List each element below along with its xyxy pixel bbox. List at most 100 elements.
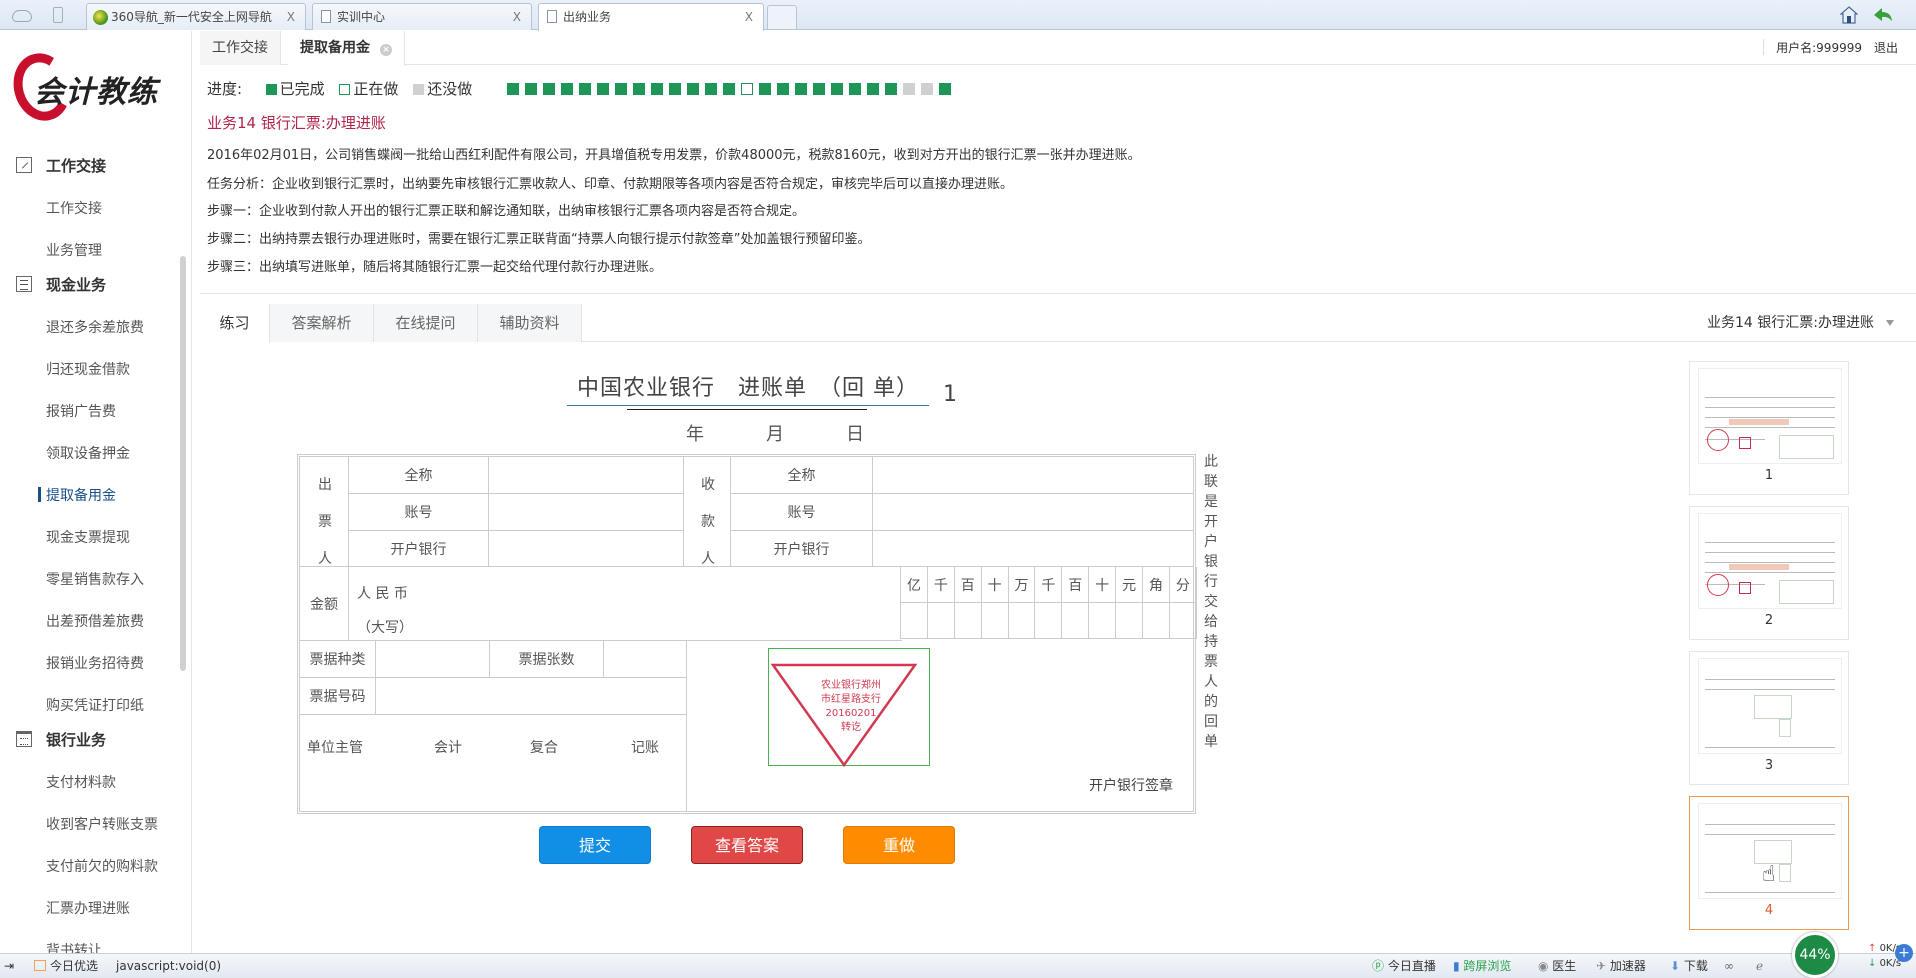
digit-input-cell[interactable] — [1008, 603, 1036, 639]
digit-input-cell[interactable] — [1169, 603, 1197, 639]
digit-input-cell[interactable] — [981, 603, 1009, 639]
progress-square-done[interactable] — [561, 83, 573, 95]
digit-input-cell[interactable] — [927, 603, 955, 639]
sidebar-item[interactable]: 收到客户转账支票 — [46, 814, 158, 834]
payee-bank-input[interactable] — [873, 531, 1193, 567]
amount-capital-input[interactable] — [349, 567, 902, 641]
sidebar-item[interactable]: 领取设备押金 — [46, 443, 130, 463]
browser-tab-360[interactable]: 360导航_新一代安全上网导航 X — [86, 3, 306, 30]
download-link[interactable]: ⬇ 下载 — [1670, 954, 1708, 978]
progress-square-done[interactable] — [813, 83, 825, 95]
sidebar-item-active[interactable]: 提取备用金 — [38, 485, 116, 505]
progress-square-done[interactable] — [723, 83, 735, 95]
sidebar-item[interactable]: 汇票办理进账 — [46, 898, 130, 918]
progress-square-todo[interactable] — [903, 83, 915, 95]
home-icon[interactable] — [1840, 6, 1858, 24]
redo-button[interactable]: 重做 — [843, 826, 955, 864]
live-link[interactable]: ⓟ 今日直播 — [1372, 954, 1436, 978]
doctor-link[interactable]: ◉ 医生 — [1538, 954, 1576, 978]
progress-square-todo[interactable] — [921, 83, 933, 95]
payer-bank-input[interactable] — [489, 531, 684, 567]
close-tab-icon[interactable]: × — [380, 44, 392, 56]
digit-input-cell[interactable] — [954, 603, 982, 639]
progress-square-done[interactable] — [885, 83, 897, 95]
date-day[interactable]: 日 — [846, 424, 864, 445]
network-speed-ball[interactable]: 44% — [1792, 932, 1838, 978]
sidebar-item[interactable]: 退还多余差旅费 — [46, 317, 144, 337]
progress-square-done[interactable] — [615, 83, 627, 95]
sidebar-item[interactable]: 背书转让 — [46, 940, 102, 953]
tab-practice[interactable]: 练习 — [200, 304, 270, 343]
progress-square-doing[interactable] — [741, 83, 753, 95]
digit-input-cell[interactable] — [1089, 603, 1117, 639]
thumbnail-2[interactable]: 2 — [1689, 506, 1849, 640]
digit-input-cell[interactable] — [1062, 603, 1090, 639]
progress-square-done[interactable] — [705, 83, 717, 95]
phone-icon[interactable] — [53, 7, 63, 23]
thumbnail-1[interactable]: 1 — [1689, 361, 1849, 495]
sidebar-group-handover[interactable]: 工作交接 — [16, 155, 106, 176]
thumbnail-3[interactable]: 3 — [1689, 651, 1849, 785]
sidebar-item[interactable]: 购买凭证打印纸 — [46, 695, 144, 715]
sidebar-group-cash[interactable]: 现金业务 — [16, 274, 106, 295]
close-icon[interactable]: X — [287, 4, 295, 30]
logout-link[interactable]: 退出 — [1874, 41, 1898, 55]
tab-withdraw-petty-cash[interactable]: 提取备用金 × — [288, 31, 405, 66]
progress-square-done[interactable] — [831, 83, 843, 95]
tab-reference[interactable]: 辅助资料 — [478, 304, 582, 342]
progress-square-done[interactable] — [633, 83, 645, 95]
progress-square-done[interactable] — [579, 83, 591, 95]
progress-square-done[interactable] — [687, 83, 699, 95]
view-answer-button[interactable]: 查看答案 — [691, 826, 803, 864]
payee-account-input[interactable] — [873, 494, 1193, 531]
sidebar-item[interactable]: 现金支票提现 — [46, 527, 130, 547]
close-icon[interactable]: X — [745, 4, 753, 30]
date-year[interactable]: 年 — [686, 424, 704, 445]
sidebar-group-bank[interactable]: 银行业务 — [16, 729, 106, 750]
cross-screen-link[interactable]: ▮ 跨屏浏览 — [1453, 954, 1511, 978]
progress-square-done[interactable] — [597, 83, 609, 95]
glasses-icon[interactable]: ∞ — [1724, 954, 1734, 978]
tab-online-question[interactable]: 在线提问 — [374, 304, 478, 342]
sidebar-toggle-icon[interactable]: ⇥ — [4, 954, 14, 978]
task-select-dropdown[interactable]: 业务14 银行汇票:办理进账 — [1707, 304, 1894, 342]
sidebar-item[interactable]: 支付材料款 — [46, 772, 116, 792]
tab-answer-analysis[interactable]: 答案解析 — [270, 304, 374, 342]
progress-square-done[interactable] — [795, 83, 807, 95]
bill-number-input[interactable] — [376, 678, 687, 715]
sidebar-item[interactable]: 出差预借差旅费 — [46, 611, 144, 631]
tab-handover[interactable]: 工作交接 — [200, 31, 281, 65]
progress-square-done[interactable] — [867, 83, 879, 95]
progress-square-done[interactable] — [669, 83, 681, 95]
progress-square-done[interactable] — [525, 83, 537, 95]
back-arrow-icon[interactable] — [1872, 6, 1894, 24]
digit-input-cell[interactable] — [1035, 603, 1063, 639]
payee-name-input[interactable] — [873, 457, 1193, 494]
sidebar-item[interactable]: 支付前欠的购料款 — [46, 856, 158, 876]
sidebar-item[interactable]: 报销业务招待费 — [46, 653, 144, 673]
accelerator-link[interactable]: ✈ 加速器 — [1596, 954, 1646, 978]
plus-icon[interactable]: + — [1895, 944, 1913, 962]
today-pick-link[interactable]: 今日优选 — [34, 954, 98, 978]
submit-button[interactable]: 提交 — [539, 826, 651, 864]
date-month[interactable]: 月 — [766, 424, 784, 445]
digit-input-cell[interactable] — [901, 603, 928, 639]
sidebar-scrollbar[interactable] — [180, 256, 186, 671]
ie-icon[interactable]: ℯ — [1756, 954, 1763, 978]
progress-square-done[interactable] — [759, 83, 771, 95]
digit-input-cell[interactable] — [1116, 603, 1144, 639]
progress-square-done[interactable] — [651, 83, 663, 95]
progress-square-done[interactable] — [777, 83, 789, 95]
digit-input-cell[interactable] — [1143, 603, 1170, 639]
sidebar-item[interactable]: 报销广告费 — [46, 401, 116, 421]
sidebar-item[interactable]: 归还现金借款 — [46, 359, 130, 379]
close-icon[interactable]: X — [513, 4, 521, 30]
bill-count-input[interactable] — [604, 641, 687, 678]
payer-account-input[interactable] — [489, 494, 684, 531]
progress-square-done[interactable] — [543, 83, 555, 95]
browser-tab-training[interactable]: 实训中心 X — [312, 3, 532, 30]
sidebar-item[interactable]: 业务管理 — [46, 240, 102, 260]
progress-square-done[interactable] — [507, 83, 519, 95]
cloud-icon[interactable] — [12, 10, 32, 22]
progress-square-done[interactable] — [849, 83, 861, 95]
